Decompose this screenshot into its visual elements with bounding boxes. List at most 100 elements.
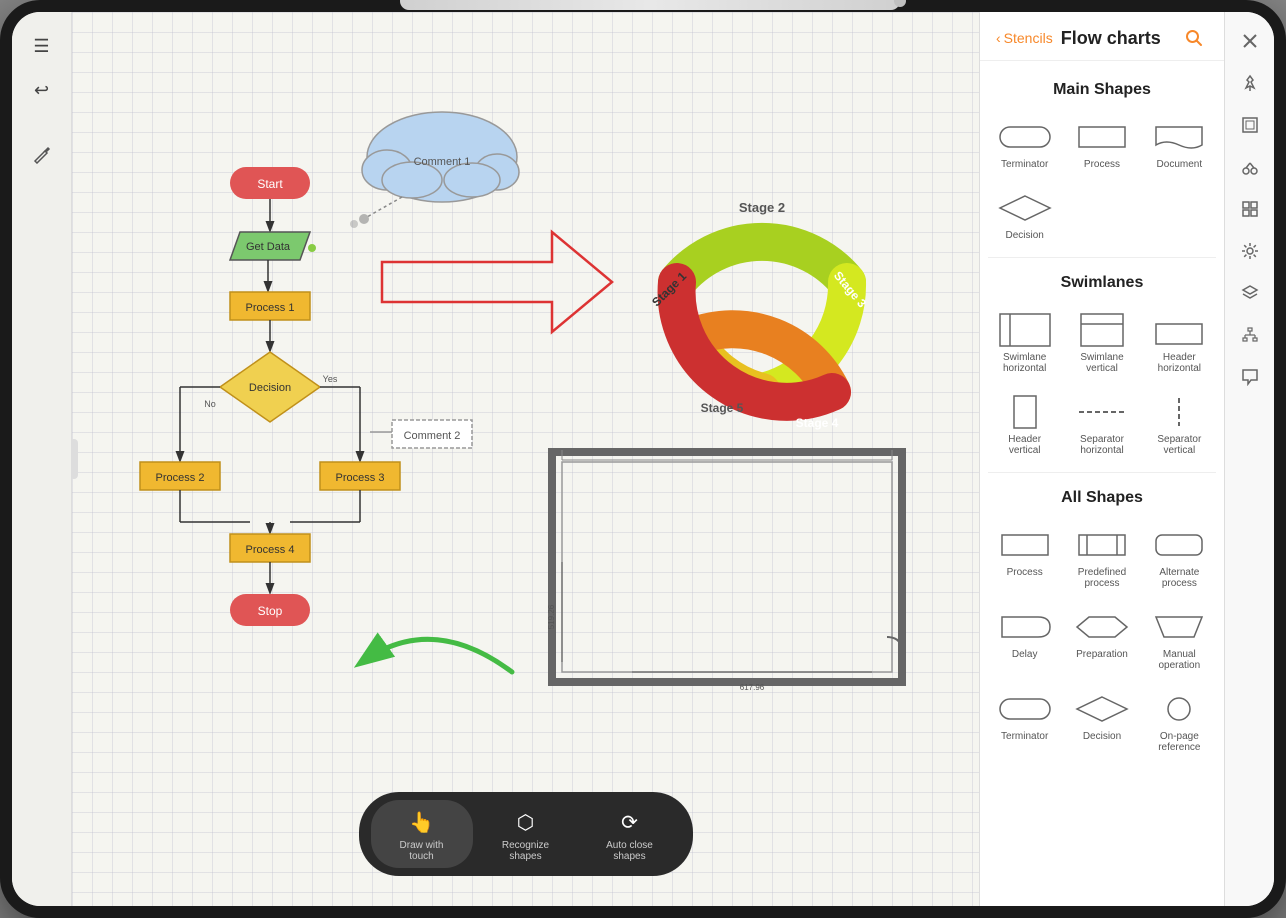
svg-text:No: No	[204, 399, 216, 409]
svg-text:617.96: 617.96	[740, 683, 765, 692]
preparation-label: Preparation	[1076, 649, 1128, 660]
shape-decision-main[interactable]: Decision	[988, 182, 1061, 249]
comment1-shape: Comment 1	[350, 112, 519, 228]
undo-icon[interactable]: ↩	[24, 72, 60, 108]
back-button[interactable]: ‹ Stencils	[996, 30, 1053, 46]
svg-text:Get Data: Get Data	[246, 241, 291, 253]
back-chevron: ‹	[996, 30, 1001, 46]
shape-manual[interactable]: Manual operation	[1143, 601, 1216, 679]
shape-decision-all[interactable]: Decision	[1065, 683, 1138, 761]
green-arrow	[362, 639, 512, 672]
recognize-icon: ⬡	[510, 806, 542, 838]
decision-all-label: Decision	[1083, 731, 1121, 742]
settings-icon[interactable]	[1232, 233, 1268, 269]
svg-text:Stop: Stop	[258, 604, 283, 618]
document-preview	[1152, 119, 1206, 155]
shape-terminator-main[interactable]: Terminator	[988, 111, 1061, 178]
tree-icon[interactable]	[1232, 317, 1268, 353]
auto-close-icon: ⟳	[614, 806, 646, 838]
left-toolbar: ☰ ↩	[12, 12, 72, 906]
sep-h-label: Separator horizontal	[1069, 434, 1134, 456]
shape-header-v[interactable]: Header vertical	[988, 386, 1061, 464]
swimlane-h-preview	[998, 312, 1052, 348]
svg-text:519.26: 519.26	[547, 604, 556, 629]
decision-label: Decision	[1005, 230, 1043, 241]
document-label: Document	[1157, 159, 1203, 170]
shape-preparation[interactable]: Preparation	[1065, 601, 1138, 679]
decision-all-preview	[1075, 691, 1129, 727]
shape-document-main[interactable]: Document	[1143, 111, 1216, 178]
shape-swimlane-v[interactable]: Swimlane vertical	[1065, 304, 1138, 382]
sep-h-preview	[1075, 394, 1129, 430]
header-h-label: Header horizontal	[1147, 352, 1212, 374]
shape-alt-process[interactable]: Alternate process	[1143, 519, 1216, 597]
svg-text:Yes: Yes	[323, 374, 338, 384]
red-arrow	[382, 232, 612, 332]
canvas-svg: Comment 1 Start Get Data	[72, 12, 912, 892]
decision-preview	[998, 190, 1052, 226]
main-shapes-title: Main Shapes	[980, 69, 1224, 107]
swimlanes-title: Swimlanes	[980, 262, 1224, 300]
cut-icon[interactable]	[1232, 149, 1268, 185]
far-right-panel	[1224, 12, 1274, 906]
search-button[interactable]	[1180, 24, 1208, 52]
shape-onpage[interactable]: On-page reference	[1143, 683, 1216, 761]
svg-text:Comment 2: Comment 2	[404, 430, 461, 442]
onpage-preview	[1152, 691, 1206, 727]
process-all-preview	[998, 527, 1052, 563]
alt-process-label: Alternate process	[1147, 567, 1212, 589]
panel-content: Main Shapes Terminator	[980, 61, 1224, 906]
svg-text:Process 1: Process 1	[246, 302, 295, 314]
main-shapes-grid: Terminator Process	[980, 107, 1224, 253]
all-shapes-title: All Shapes	[980, 477, 1224, 515]
swimlanes-grid: Swimlane horizontal Swimlane vertical	[980, 300, 1224, 468]
svg-text:Process 2: Process 2	[156, 472, 205, 484]
menu-icon[interactable]: ☰	[24, 28, 60, 64]
sep-v-label: Separator vertical	[1147, 434, 1212, 456]
header-v-preview	[998, 394, 1052, 430]
pen-icon[interactable]	[24, 136, 60, 172]
shape-sep-v[interactable]: Separator vertical	[1143, 386, 1216, 464]
onpage-label: On-page reference	[1147, 731, 1212, 753]
preparation-preview	[1075, 609, 1129, 645]
auto-close-btn[interactable]: ⟳ Auto close shapes	[579, 800, 681, 868]
draw-touch-label: Draw with touch	[387, 840, 457, 862]
close-icon[interactable]	[1232, 23, 1268, 59]
header-v-label: Header vertical	[992, 434, 1057, 456]
layers-icon[interactable]	[1232, 275, 1268, 311]
draw-touch-btn[interactable]: 👆 Draw with touch	[371, 800, 473, 868]
sep-v-preview	[1152, 394, 1206, 430]
frame-icon[interactable]	[1232, 107, 1268, 143]
shape-process-main[interactable]: Process	[1065, 111, 1138, 178]
shape-swimlane-h[interactable]: Swimlane horizontal	[988, 304, 1061, 382]
shape-predefined[interactable]: Predefined process	[1065, 519, 1138, 597]
predefined-preview	[1075, 527, 1129, 563]
chat-icon[interactable]	[1232, 359, 1268, 395]
swimlane-h-label: Swimlane horizontal	[992, 352, 1057, 374]
header-h-preview	[1152, 312, 1206, 348]
canvas-area[interactable]: Comment 1 Start Get Data	[72, 12, 979, 906]
shape-delay[interactable]: Delay	[988, 601, 1061, 679]
grid-icon[interactable]	[1232, 191, 1268, 227]
manual-preview	[1152, 609, 1206, 645]
divider1	[988, 257, 1216, 258]
svg-text:Stage 4: Stage 4	[796, 416, 839, 430]
shape-sep-h[interactable]: Separator horizontal	[1065, 386, 1138, 464]
pin-icon[interactable]	[1232, 65, 1268, 101]
shape-process-all[interactable]: Process	[988, 519, 1061, 597]
process-label: Process	[1084, 159, 1120, 170]
all-shapes-grid: Process Predefined process	[980, 515, 1224, 765]
alt-process-preview	[1152, 527, 1206, 563]
shape-terminator-all[interactable]: Terminator	[988, 683, 1061, 761]
panel-header: ‹ Stencils Flow charts	[980, 12, 1224, 61]
process-preview	[1075, 119, 1129, 155]
shape-header-h[interactable]: Header horizontal	[1143, 304, 1216, 382]
apple-pencil	[400, 0, 900, 10]
delay-preview	[998, 609, 1052, 645]
terminator-all-preview	[998, 691, 1052, 727]
swimlane-v-label: Swimlane vertical	[1069, 352, 1134, 374]
draw-touch-icon: 👆	[406, 806, 438, 838]
svg-text:Comment 1: Comment 1	[414, 156, 471, 168]
recognize-shapes-btn[interactable]: ⬡ Recognize shapes	[475, 800, 577, 868]
swimlane-v-preview	[1075, 312, 1129, 348]
